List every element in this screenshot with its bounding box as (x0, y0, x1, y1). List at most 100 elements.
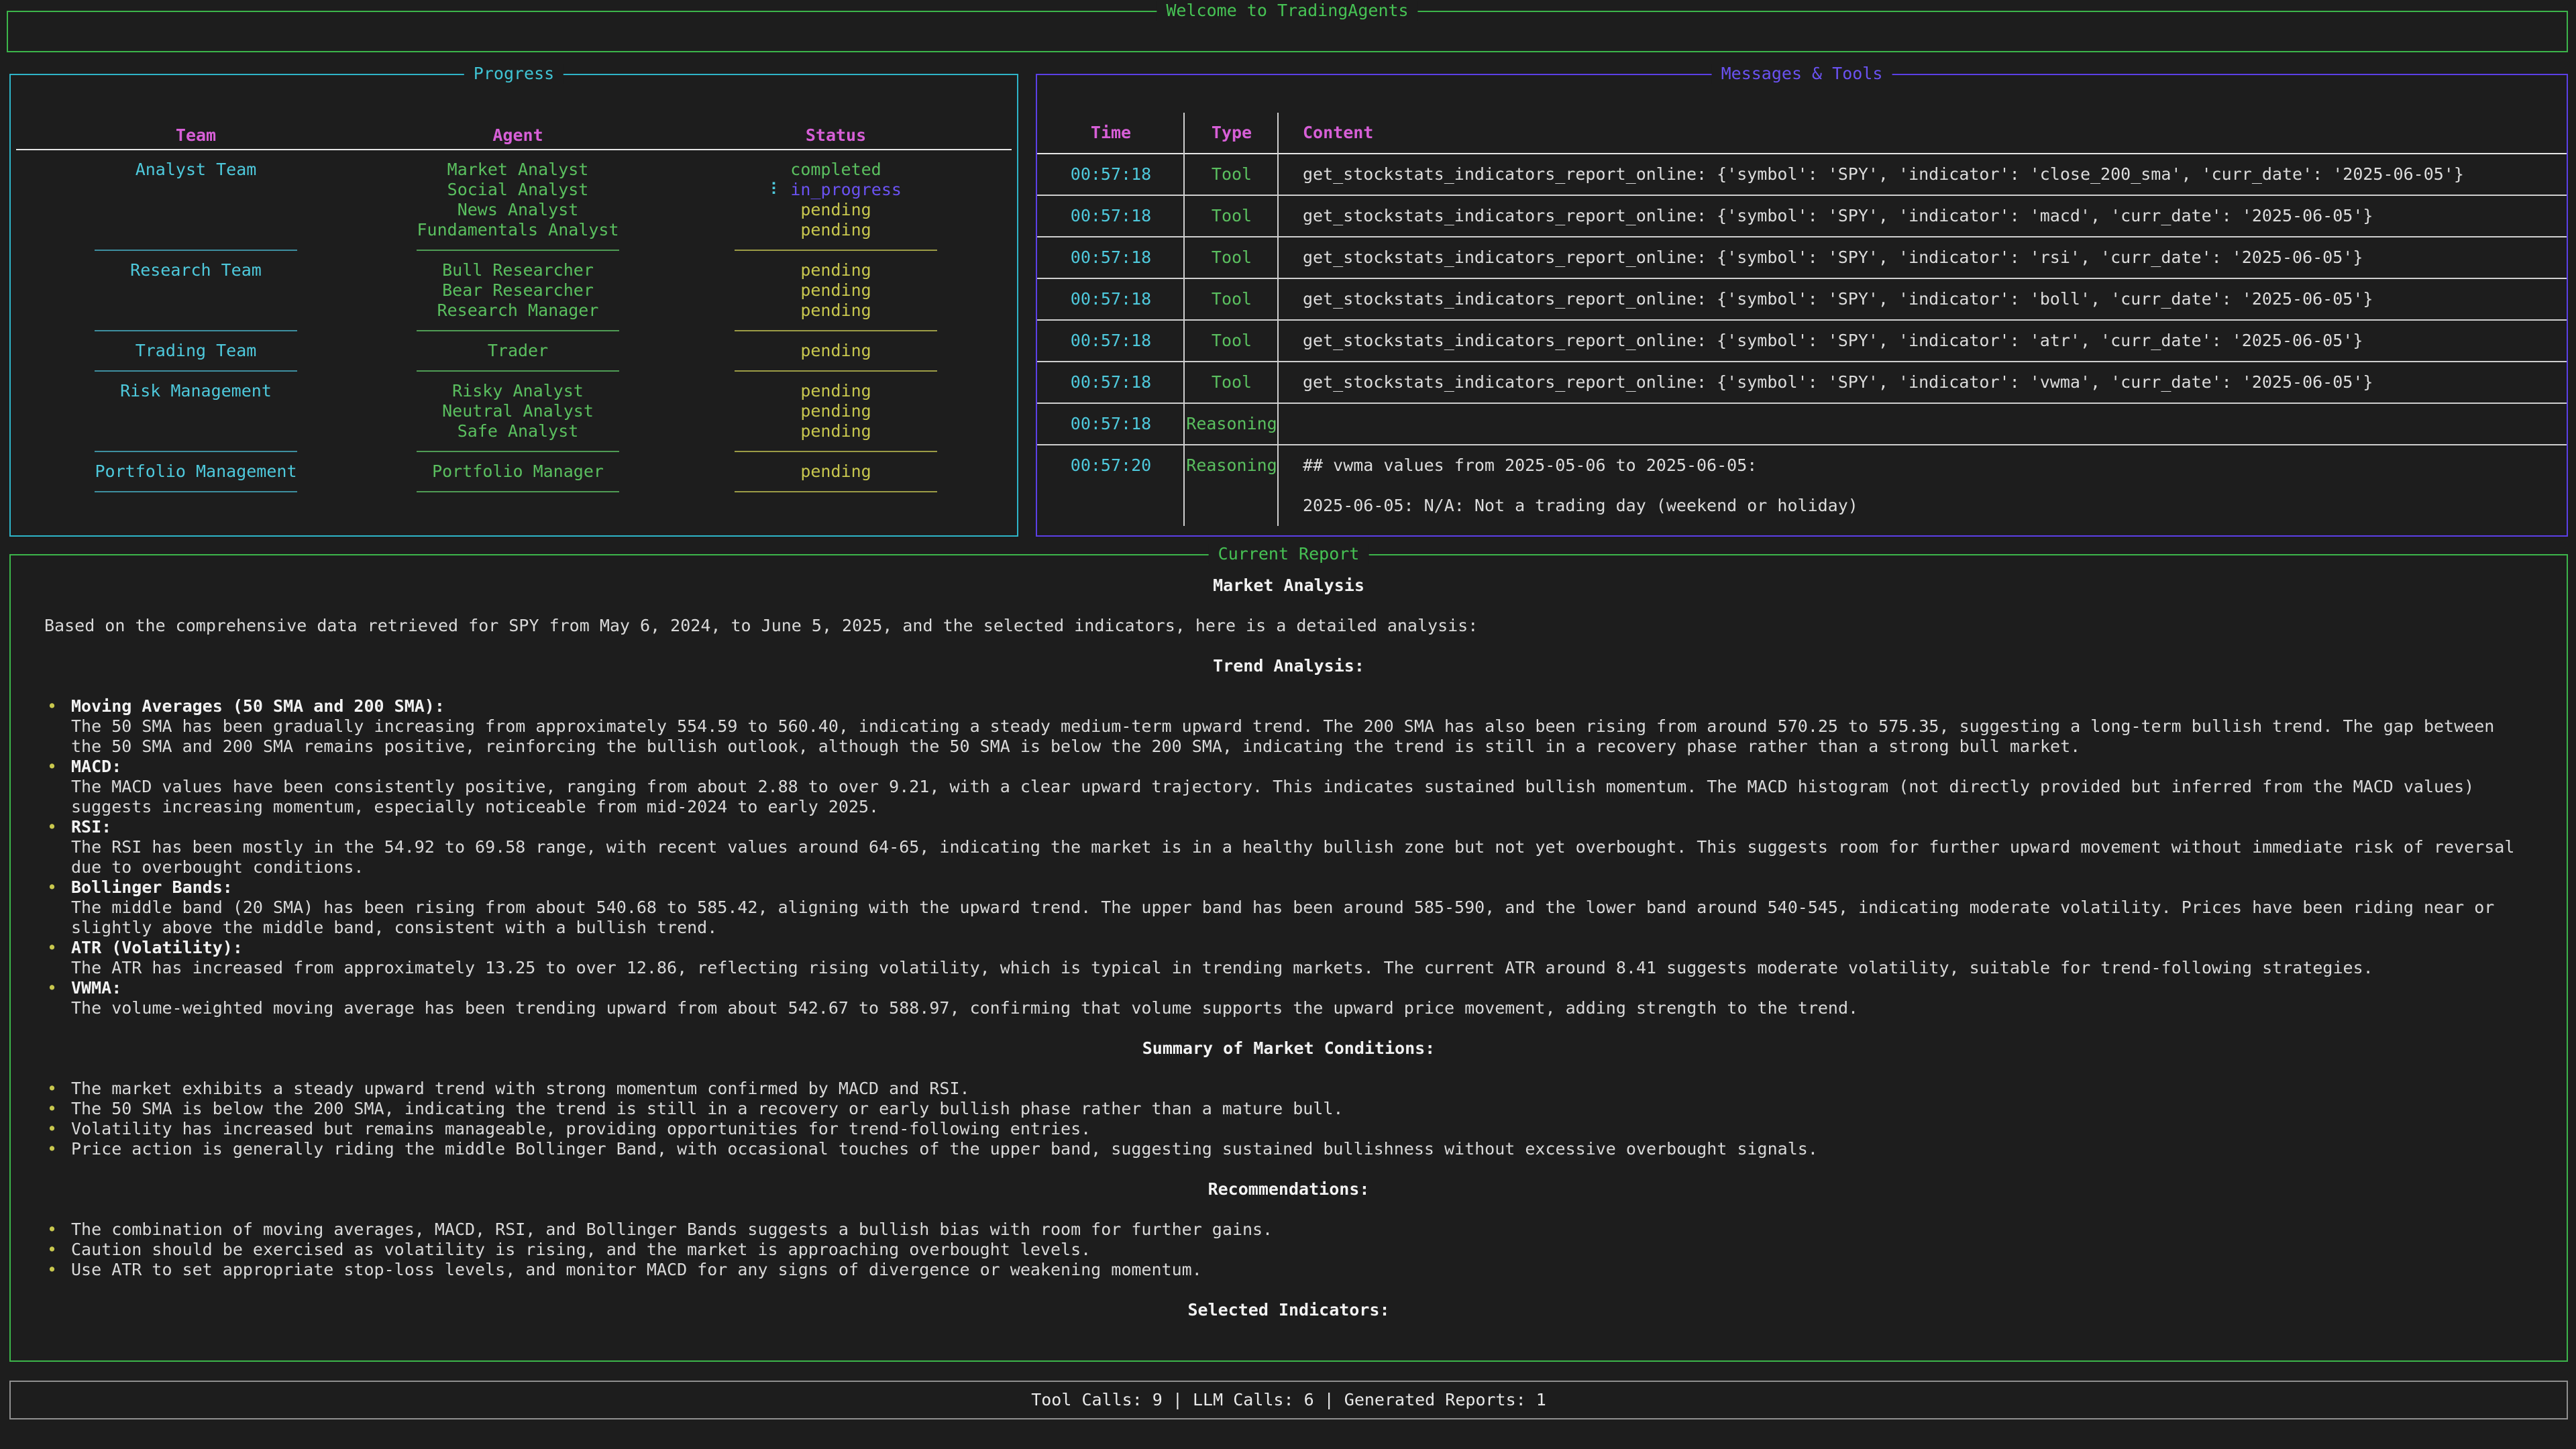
message-content: get_stockstats_indicators_report_online:… (1279, 331, 2567, 351)
agent-label: Portfolio Manager (381, 462, 655, 482)
agent-label: Research Manager (381, 301, 655, 321)
agent-label: Fundamentals Analyst (381, 220, 655, 240)
message-type: Tool (1185, 248, 1279, 268)
status-badge: pending (655, 381, 1017, 401)
bullet-icon: • (47, 1079, 57, 1099)
report-heading-market-analysis: Market Analysis (44, 576, 2533, 596)
message-row: 00:57:20 Reasoning ## vwma values from 2… (1037, 445, 2567, 526)
table-row: Portfolio Management Portfolio Manager p… (11, 462, 1017, 482)
bullet-icon: • (47, 1099, 57, 1119)
message-type: Tool (1185, 164, 1279, 184)
report-panel-title: Current Report (1209, 544, 1369, 564)
message-time: 00:57:18 (1037, 164, 1185, 184)
status-badge: pending (655, 462, 1017, 482)
message-time: 00:57:18 (1037, 414, 1185, 434)
message-time: 00:57:18 (1037, 248, 1185, 268)
bullet-icon: • (47, 877, 57, 898)
column-header-team: Team (11, 125, 381, 146)
list-item: • RSI: The RSI has been mostly in the 54… (44, 817, 2533, 877)
report-intro: Based on the comprehensive data retrieve… (44, 616, 2533, 636)
table-row: Social Analyst ⠇in_progress (11, 180, 1017, 200)
progress-table: Team Agent Status Analyst Team Market An… (11, 122, 1017, 502)
column-header-type: Type (1185, 123, 1279, 143)
agent-label: Bear Researcher (381, 280, 655, 301)
team-label: Portfolio Management (11, 462, 381, 482)
progress-table-header: Team Agent Status (11, 122, 1017, 149)
group-separator (11, 361, 1017, 381)
table-row: Bear Researcher pending (11, 280, 1017, 301)
agent-label: Social Analyst (381, 180, 655, 200)
message-time: 00:57:18 (1037, 289, 1185, 309)
column-header-content: Content (1279, 123, 2567, 143)
app-title: Welcome to TradingAgents (1157, 1, 1417, 21)
report-heading-summary: Summary of Market Conditions: (44, 1038, 2533, 1059)
list-item: • MACD: The MACD values have been consis… (44, 757, 2533, 817)
column-divider (1183, 113, 1185, 526)
group-separator (11, 441, 1017, 462)
table-row: News Analyst pending (11, 200, 1017, 220)
group-separator (11, 321, 1017, 341)
report-heading-selected-indicators: Selected Indicators: (44, 1300, 2533, 1320)
team-label: Trading Team (11, 341, 381, 361)
current-report-panel: Current Report Market Analysis Based on … (9, 554, 2568, 1362)
message-type: Reasoning (1185, 445, 1279, 476)
list-item: • The market exhibits a steady upward tr… (44, 1079, 2533, 1099)
bullet-icon: • (47, 817, 57, 837)
message-time: 00:57:18 (1037, 206, 1185, 226)
message-content: get_stockstats_indicators_report_online:… (1279, 164, 2567, 184)
column-header-status: Status (655, 125, 1017, 146)
agent-label: Neutral Analyst (381, 401, 655, 421)
list-item: • Moving Averages (50 SMA and 200 SMA): … (44, 696, 2533, 757)
message-time: 00:57:18 (1037, 331, 1185, 351)
messages-table-header: Time Type Content (1037, 113, 2567, 154)
status-badge: completed (655, 160, 1017, 180)
bullet-icon: • (47, 938, 57, 958)
list-item: • Caution should be exercised as volatil… (44, 1240, 2533, 1260)
status-badge: pending (655, 301, 1017, 321)
message-type: Tool (1185, 206, 1279, 226)
column-header-agent: Agent (381, 125, 655, 146)
message-content: get_stockstats_indicators_report_online:… (1279, 372, 2567, 392)
bullet-icon: • (47, 1119, 57, 1139)
table-row: Analyst Team Market Analyst completed (11, 160, 1017, 180)
status-badge: pending (655, 421, 1017, 441)
message-time: 00:57:20 (1037, 445, 1185, 476)
message-row: 00:57:18 Tool get_stockstats_indicators_… (1037, 237, 2567, 279)
bullet-icon: • (47, 1139, 57, 1159)
status-badge: pending (655, 260, 1017, 280)
message-content: get_stockstats_indicators_report_online:… (1279, 248, 2567, 268)
team-label: Analyst Team (11, 160, 381, 180)
message-type: Tool (1185, 289, 1279, 309)
report-heading-recommendations: Recommendations: (44, 1179, 2533, 1199)
message-row: 00:57:18 Tool get_stockstats_indicators_… (1037, 362, 2567, 404)
message-type: Tool (1185, 372, 1279, 392)
message-row: 00:57:18 Tool get_stockstats_indicators_… (1037, 154, 2567, 196)
agent-label: News Analyst (381, 200, 655, 220)
report-body: Market Analysis Based on the comprehensi… (11, 555, 2567, 1320)
list-item: • VWMA: The volume-weighted moving avera… (44, 978, 2533, 1018)
bullet-icon: • (47, 757, 57, 777)
message-time: 00:57:18 (1037, 372, 1185, 392)
agent-label: Market Analyst (381, 160, 655, 180)
messages-panel-title: Messages & Tools (1712, 64, 1892, 84)
message-row: 00:57:18 Tool get_stockstats_indicators_… (1037, 321, 2567, 362)
list-item: • The 50 SMA is below the 200 SMA, indic… (44, 1099, 2533, 1119)
table-row: Safe Analyst pending (11, 421, 1017, 441)
table-row: Research Team Bull Researcher pending (11, 260, 1017, 280)
column-header-time: Time (1037, 123, 1185, 143)
column-divider (1277, 113, 1279, 526)
list-item: • Price action is generally riding the m… (44, 1139, 2533, 1159)
status-badge: pending (655, 200, 1017, 220)
message-content: get_stockstats_indicators_report_online:… (1279, 206, 2567, 226)
bullet-icon: • (47, 1240, 57, 1260)
table-row: Research Manager pending (11, 301, 1017, 321)
message-type: Tool (1185, 331, 1279, 351)
bullet-icon: • (47, 978, 57, 998)
status-badge: pending (655, 280, 1017, 301)
bullet-icon: • (47, 1220, 57, 1240)
status-badge: pending (655, 220, 1017, 240)
message-row: 00:57:18 Tool get_stockstats_indicators_… (1037, 279, 2567, 321)
bullet-icon: • (47, 1260, 57, 1280)
agent-label: Safe Analyst (381, 421, 655, 441)
messages-tools-panel: Messages & Tools Time Type Content 00:57… (1036, 74, 2568, 537)
